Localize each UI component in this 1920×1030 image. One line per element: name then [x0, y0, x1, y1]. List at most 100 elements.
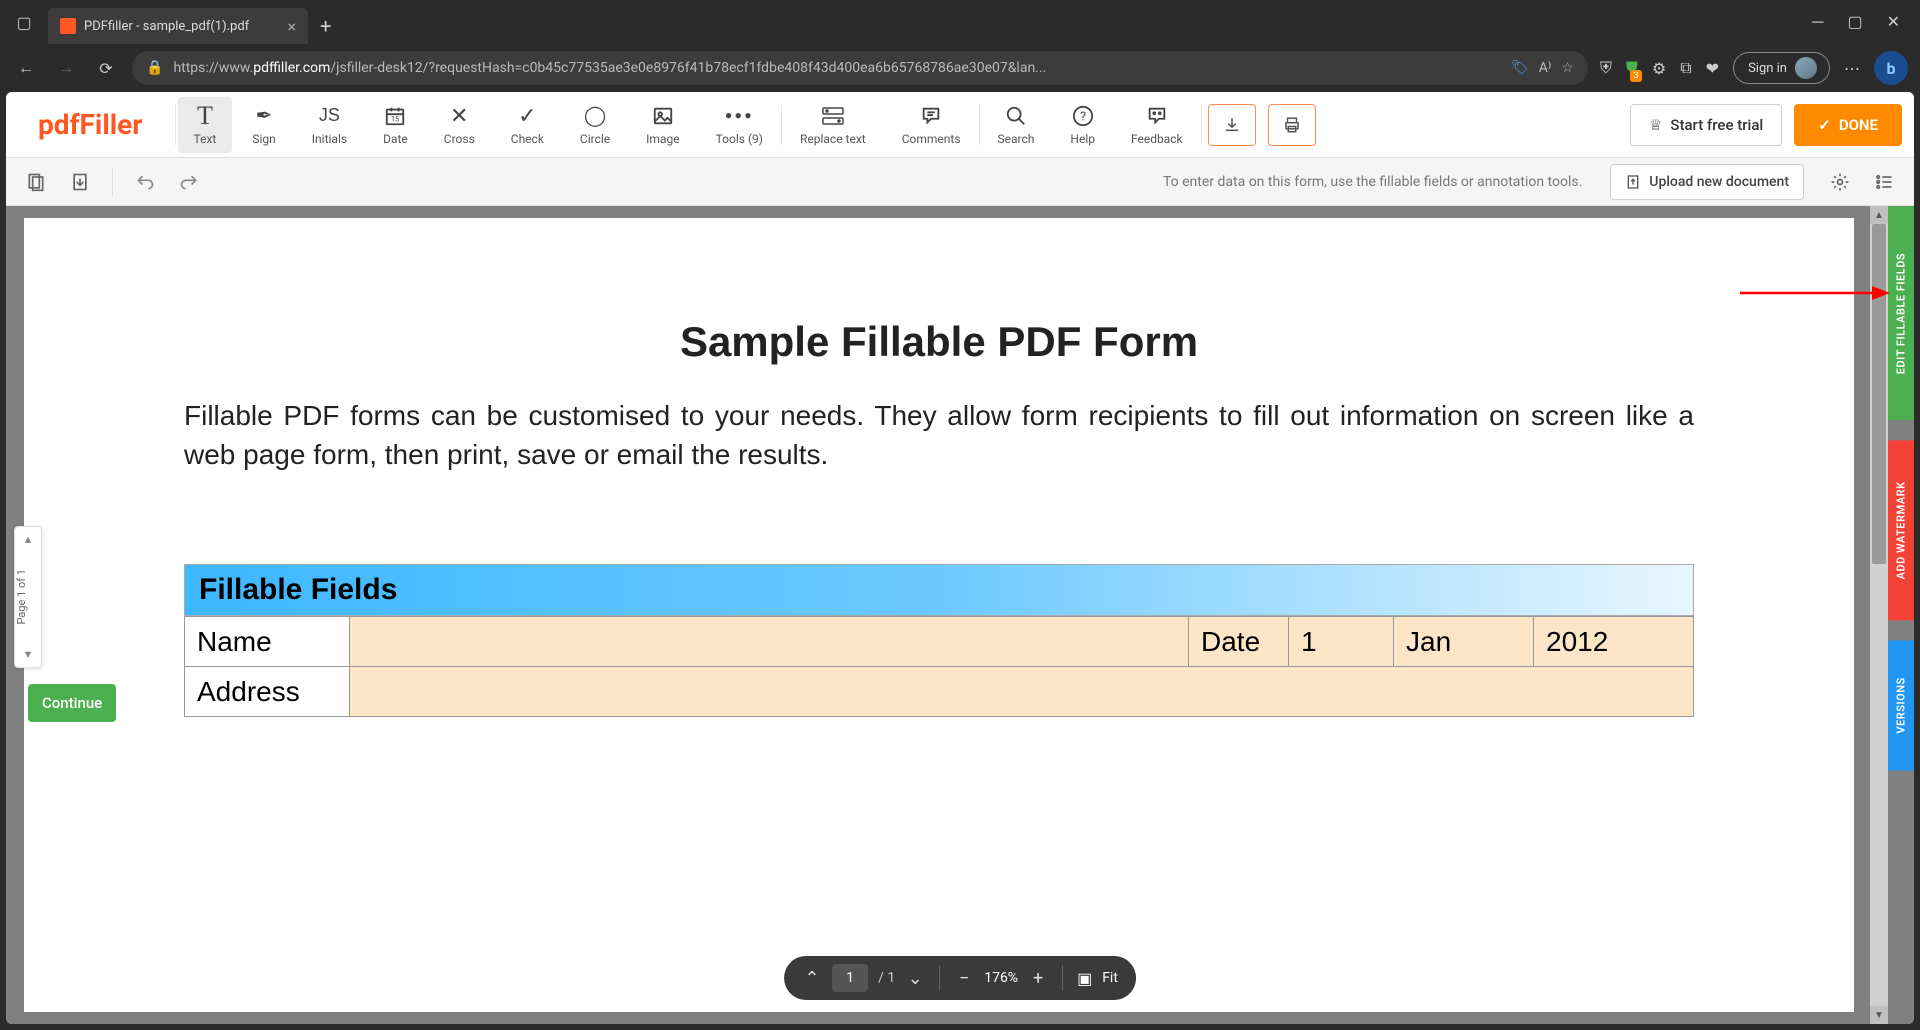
tool-comments[interactable]: Comments [886, 97, 977, 153]
prev-page-button[interactable]: ⌃ [802, 968, 822, 989]
forward-button: → [52, 54, 80, 82]
back-button[interactable]: ← [12, 54, 40, 82]
maximize-icon[interactable]: ▢ [1847, 12, 1862, 32]
tab-favicon-icon [60, 18, 76, 34]
sidebar-toggle-icon[interactable]: ▢ [8, 6, 40, 38]
continue-button[interactable]: Continue [28, 684, 116, 722]
page-ops-button[interactable] [62, 164, 98, 200]
minimize-icon[interactable]: ─ [1812, 12, 1823, 32]
tracking-shield-icon[interactable]: ⛨ [1600, 58, 1612, 78]
fields-panel-button[interactable] [1866, 164, 1902, 200]
favorite-icon[interactable]: ☆ [1561, 60, 1574, 76]
done-button[interactable]: ✓DONE [1794, 104, 1902, 146]
secondary-toolbar: To enter data on this form, use the fill… [6, 158, 1914, 206]
new-tab-button[interactable]: + [320, 14, 331, 38]
redo-button[interactable] [171, 164, 207, 200]
read-aloud-icon[interactable]: A⁾ [1539, 60, 1552, 76]
tool-image[interactable]: Image [630, 97, 695, 153]
tool-search[interactable]: Search [982, 97, 1051, 153]
tool-circle[interactable]: ◯Circle [564, 97, 626, 153]
tool-help[interactable]: ?Help [1054, 97, 1111, 153]
url-input[interactable]: 🔒 https://www.pdffiller.com/jsfiller-des… [132, 51, 1588, 85]
page-number-input[interactable]: 1 [832, 964, 868, 992]
pdffiller-app: pdfFiller TText ✒︎Sign JSInitials 15Date… [6, 92, 1914, 1024]
tool-initials[interactable]: JSInitials [296, 97, 363, 153]
url-text: https://www.pdffiller.com/jsfiller-desk1… [173, 60, 1501, 76]
zoom-level: 176% [984, 970, 1018, 986]
address-label: Address [185, 667, 350, 717]
tool-more[interactable]: •••Tools (9) [700, 97, 779, 153]
tool-cross[interactable]: ✕Cross [428, 97, 491, 153]
date-day-field[interactable]: 1 [1289, 617, 1394, 667]
tab-close-icon[interactable]: × [287, 17, 296, 36]
versions-tab[interactable]: VERSIONS [1888, 641, 1914, 771]
pdf-page[interactable]: Sample Fillable PDF Form Fillable PDF fo… [24, 218, 1854, 1012]
date-month-field[interactable]: Jan [1394, 617, 1534, 667]
settings-button[interactable] [1822, 164, 1858, 200]
date-year-field[interactable]: 2012 [1534, 617, 1694, 667]
upload-icon [1625, 174, 1641, 190]
print-icon [1283, 116, 1301, 134]
app-logo[interactable]: pdfFiller [6, 108, 175, 141]
print-button[interactable] [1268, 104, 1316, 146]
lock-icon: 🔒 [146, 60, 163, 76]
scroll-thumb[interactable] [1872, 224, 1886, 564]
section-header: Fillable Fields [184, 564, 1694, 616]
tool-feedback[interactable]: Feedback [1115, 97, 1199, 153]
browser-tab[interactable]: PDFfiller - sample_pdf(1).pdf × [48, 8, 308, 44]
fit-button[interactable]: ▣ Fit [1067, 969, 1128, 988]
favorites-hub-icon[interactable]: ❤ [1706, 59, 1719, 78]
help-icon: ? [1072, 104, 1094, 128]
page-down-button[interactable]: ▼ [15, 643, 41, 667]
cross-icon: ✕ [450, 104, 468, 128]
collections-icon[interactable]: ⧉ [1680, 58, 1691, 78]
add-watermark-tab[interactable]: ADD WATERMARK [1888, 440, 1914, 620]
adblock-shield-icon[interactable]: ⛊ [1626, 58, 1638, 78]
document-paragraph: Fillable PDF forms can be customised to … [184, 396, 1694, 474]
upload-document-button[interactable]: Upload new document [1610, 164, 1804, 200]
scroll-down-icon[interactable]: ▼ [1870, 1006, 1888, 1024]
more-menu-icon[interactable]: ⋯ [1844, 59, 1860, 78]
undo-button[interactable] [127, 164, 163, 200]
tool-text[interactable]: TText [178, 97, 233, 153]
page-navigator: ▲ Page 1 of 1 ▼ [14, 526, 42, 668]
fillable-form-table: Name Date 1 Jan 2012 Address [184, 616, 1694, 717]
text-icon: T [197, 104, 213, 128]
table-row: Address [185, 667, 1694, 717]
zoom-in-button[interactable]: + [1028, 968, 1048, 989]
download-icon [1223, 116, 1241, 134]
scroll-up-icon[interactable]: ▲ [1870, 206, 1888, 224]
vertical-scrollbar[interactable]: ▲ ▼ [1870, 206, 1888, 1024]
replace-text-icon [821, 104, 845, 128]
initials-icon: JS [319, 104, 340, 128]
ellipsis-icon: ••• [725, 104, 754, 128]
tool-sign[interactable]: ✒︎Sign [236, 97, 291, 153]
shopping-tag-icon[interactable]: 🏷 [1511, 60, 1529, 76]
zoom-out-button[interactable]: − [954, 968, 974, 989]
start-trial-button[interactable]: ♕Start free trial [1630, 104, 1782, 146]
pages-panel-button[interactable] [18, 164, 54, 200]
next-page-button[interactable]: ⌄ [905, 968, 925, 989]
extensions-icon[interactable]: ⚙ [1652, 59, 1666, 78]
tool-date[interactable]: 15Date [367, 97, 424, 153]
main-toolbar: pdfFiller TText ✒︎Sign JSInitials 15Date… [6, 92, 1914, 158]
refresh-button[interactable]: ⟳ [92, 54, 120, 82]
tab-title: PDFfiller - sample_pdf(1).pdf [84, 19, 279, 34]
name-field[interactable] [350, 617, 1189, 667]
zoom-toolbar: ⌃ 1 / 1 ⌄ − 176% + ▣ Fit [784, 956, 1136, 1000]
page-up-button[interactable]: ▲ [15, 527, 41, 551]
document-canvas[interactable]: Sample Fillable PDF Form Fillable PDF fo… [6, 206, 1914, 1024]
avatar-icon [1795, 57, 1817, 79]
tool-check[interactable]: ✓Check [495, 97, 560, 153]
bing-sidebar-icon[interactable]: b [1874, 51, 1908, 85]
edit-fillable-fields-tab[interactable]: EDIT FILLABLE FIELDS [1888, 206, 1914, 420]
page-total: / 1 [878, 970, 895, 986]
crown-icon: ♕ [1649, 116, 1662, 134]
tool-replace-text[interactable]: Replace text [784, 97, 882, 153]
name-label: Name [185, 617, 350, 667]
signin-button[interactable]: Sign in [1733, 52, 1830, 84]
download-button[interactable] [1208, 104, 1256, 146]
image-icon [652, 104, 674, 128]
close-window-icon[interactable]: ✕ [1887, 12, 1900, 32]
address-field[interactable] [350, 667, 1694, 717]
